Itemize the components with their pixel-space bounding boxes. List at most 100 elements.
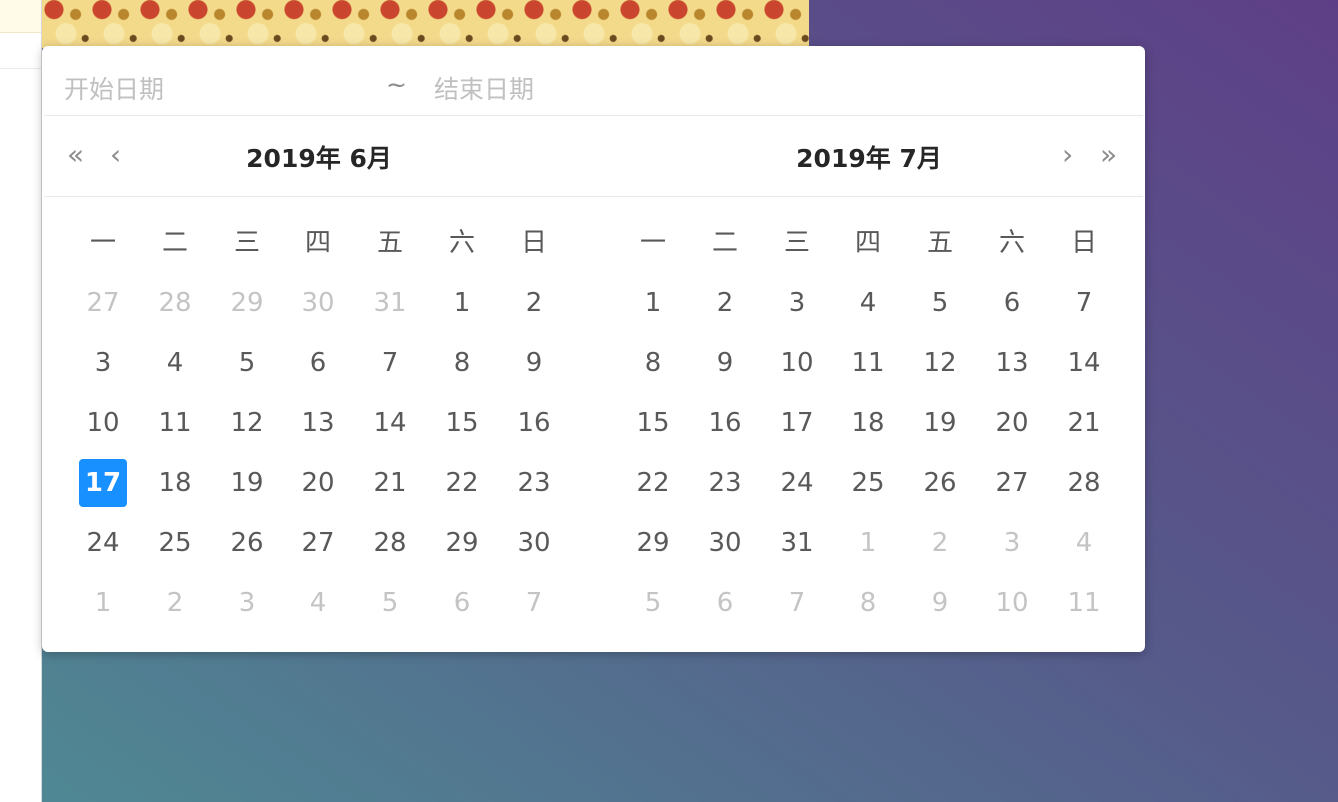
date-cell[interactable]: 11 [151, 399, 199, 447]
date-cell[interactable]: 6 [294, 339, 342, 387]
right-month-title[interactable]: 2019年 7月 [719, 139, 1019, 175]
date-cell[interactable]: 10 [79, 399, 127, 447]
date-cell[interactable]: 5 [366, 579, 414, 627]
date-cell[interactable]: 24 [773, 459, 821, 507]
date-cell[interactable]: 3 [79, 339, 127, 387]
date-cell[interactable]: 1 [79, 579, 127, 627]
date-cell[interactable]: 9 [916, 579, 964, 627]
date-cell[interactable]: 11 [844, 339, 892, 387]
date-cell[interactable]: 9 [510, 339, 558, 387]
date-cell[interactable]: 7 [510, 579, 558, 627]
date-cell[interactable]: 31 [773, 519, 821, 567]
date-cell[interactable]: 20 [988, 399, 1036, 447]
date-cell[interactable]: 15 [438, 399, 486, 447]
date-cell[interactable]: 12 [223, 399, 271, 447]
next-month-button[interactable]: › [1062, 138, 1073, 171]
date-cell[interactable]: 3 [223, 579, 271, 627]
date-cell[interactable]: 31 [366, 279, 414, 327]
end-date-input[interactable]: 结束日期 [434, 70, 534, 106]
date-cell[interactable]: 28 [366, 519, 414, 567]
date-cell[interactable]: 28 [1060, 459, 1108, 507]
date-cell[interactable]: 21 [366, 459, 414, 507]
weekday-header: 一 [89, 228, 116, 258]
date-cell[interactable]: 9 [701, 339, 749, 387]
date-cell[interactable]: 6 [438, 579, 486, 627]
prev-year-button[interactable]: « [67, 138, 84, 171]
date-cell[interactable]: 8 [629, 339, 677, 387]
date-cell[interactable]: 4 [294, 579, 342, 627]
date-cell[interactable]: 2 [510, 279, 558, 327]
date-cell[interactable]: 19 [916, 399, 964, 447]
date-cell[interactable]: 4 [151, 339, 199, 387]
weekday-header: 四 [854, 228, 881, 258]
date-cell[interactable]: 16 [510, 399, 558, 447]
date-cell[interactable]: 1 [844, 519, 892, 567]
left-month-title[interactable]: 2019年 6月 [169, 139, 469, 175]
date-cell[interactable]: 22 [629, 459, 677, 507]
date-cell[interactable]: 25 [844, 459, 892, 507]
date-cell[interactable]: 14 [366, 399, 414, 447]
date-cell[interactable]: 12 [916, 339, 964, 387]
date-cell[interactable]: 8 [438, 339, 486, 387]
date-cell[interactable]: 26 [223, 519, 271, 567]
date-cell[interactable]: 13 [294, 399, 342, 447]
date-cell[interactable]: 2 [151, 579, 199, 627]
date-cell[interactable]: 30 [510, 519, 558, 567]
date-cell[interactable]: 20 [294, 459, 342, 507]
banner-image [42, 0, 809, 48]
date-cell[interactable]: 6 [701, 579, 749, 627]
date-cell[interactable]: 5 [223, 339, 271, 387]
header-divider [44, 196, 1143, 197]
date-cell[interactable]: 2 [701, 279, 749, 327]
date-cell[interactable]: 18 [151, 459, 199, 507]
date-cell[interactable]: 7 [1060, 279, 1108, 327]
date-cell[interactable]: 16 [701, 399, 749, 447]
date-cell[interactable]: 4 [844, 279, 892, 327]
date-cell[interactable]: 17 [773, 399, 821, 447]
selected-date-cell[interactable]: 17 [79, 459, 127, 507]
date-cell[interactable]: 29 [438, 519, 486, 567]
date-cell[interactable]: 8 [844, 579, 892, 627]
date-cell[interactable]: 13 [988, 339, 1036, 387]
date-cell[interactable]: 10 [988, 579, 1036, 627]
date-cell[interactable]: 2 [916, 519, 964, 567]
date-cell[interactable]: 29 [223, 279, 271, 327]
date-cell[interactable]: 29 [629, 519, 677, 567]
date-cell[interactable]: 30 [701, 519, 749, 567]
date-cell[interactable]: 5 [916, 279, 964, 327]
date-cell[interactable]: 6 [988, 279, 1036, 327]
date-cell[interactable]: 30 [294, 279, 342, 327]
date-range-picker-panel: 开始日期 ~ 结束日期 « ‹ 2019年 6月 2019年 7月 › » 一 二… [42, 46, 1145, 652]
date-cell[interactable]: 11 [1060, 579, 1108, 627]
date-cell[interactable]: 18 [844, 399, 892, 447]
date-cell[interactable]: 7 [366, 339, 414, 387]
date-cell[interactable]: 10 [773, 339, 821, 387]
date-cell[interactable]: 7 [773, 579, 821, 627]
date-cell[interactable]: 3 [988, 519, 1036, 567]
range-separator: ~ [386, 70, 407, 99]
date-cell[interactable]: 26 [916, 459, 964, 507]
date-cell[interactable]: 24 [79, 519, 127, 567]
date-cell[interactable]: 23 [510, 459, 558, 507]
date-cell[interactable]: 14 [1060, 339, 1108, 387]
date-cell[interactable]: 25 [151, 519, 199, 567]
date-cell[interactable]: 1 [629, 279, 677, 327]
weekday-header: 二 [161, 228, 188, 258]
date-cell[interactable]: 3 [773, 279, 821, 327]
prev-month-button[interactable]: ‹ [110, 138, 121, 171]
date-cell[interactable]: 23 [701, 459, 749, 507]
date-cell[interactable]: 28 [151, 279, 199, 327]
date-cell[interactable]: 15 [629, 399, 677, 447]
date-cell[interactable]: 4 [1060, 519, 1108, 567]
weekday-header: 三 [783, 228, 810, 258]
date-cell[interactable]: 22 [438, 459, 486, 507]
start-date-input[interactable]: 开始日期 [64, 70, 164, 106]
date-cell[interactable]: 21 [1060, 399, 1108, 447]
date-cell[interactable]: 27 [988, 459, 1036, 507]
date-cell[interactable]: 1 [438, 279, 486, 327]
next-year-button[interactable]: » [1100, 138, 1117, 171]
date-cell[interactable]: 5 [629, 579, 677, 627]
date-cell[interactable]: 19 [223, 459, 271, 507]
date-cell[interactable]: 27 [294, 519, 342, 567]
date-cell[interactable]: 27 [79, 279, 127, 327]
